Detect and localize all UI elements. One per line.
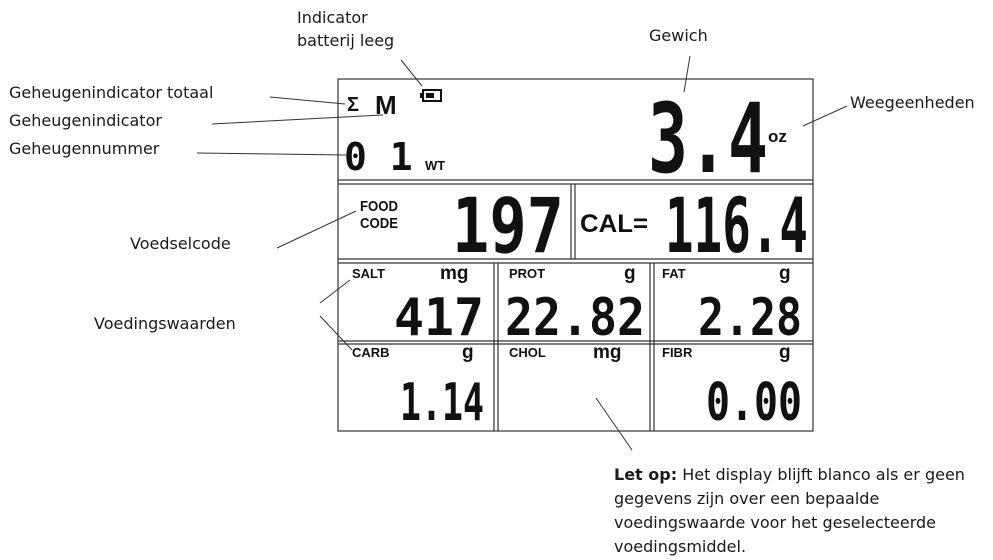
callout-food-code: Voedselcode — [130, 234, 231, 253]
sigma-symbol: Σ — [347, 94, 359, 116]
carb-value: 1.14 — [400, 373, 484, 433]
callout-weight-units: Weegeenheden — [850, 93, 975, 112]
food-code-value: 197 — [452, 181, 564, 270]
salt-label: SALT — [352, 266, 385, 281]
leader-nutrition-1 — [319, 279, 351, 304]
prot-label: PROT — [509, 266, 545, 281]
note-bold: Let op: — [614, 465, 678, 484]
cal-label: CAL= — [580, 210, 648, 238]
lcd-diagram: Σ M 0 1 WT 3.4 oz FOOD CODE 197 CAL= 116… — [0, 0, 993, 560]
salt-unit: mg — [440, 263, 469, 284]
callout-memory-indicator: Geheugenindicator — [9, 111, 162, 130]
note-text: Let op: Het display blijft blanco als er… — [614, 463, 989, 559]
wt-label: WT — [425, 158, 445, 173]
prot-value: 22.82 — [505, 288, 645, 348]
chol-label: CHOL — [509, 345, 546, 360]
leader-memory-total — [269, 96, 346, 105]
fat-unit: g — [779, 263, 791, 284]
leader-battery — [400, 59, 423, 87]
leader-food-code — [276, 210, 357, 249]
food-label-line1: FOOD — [360, 198, 398, 215]
food-label-line2: CODE — [360, 215, 398, 232]
chol-unit: mg — [593, 342, 622, 363]
fibr-value: 0.00 — [706, 373, 802, 433]
callout-memory-total: Geheugenindicator totaal — [9, 83, 214, 102]
leader-memory-indicator — [211, 114, 384, 125]
leader-units — [802, 105, 848, 127]
leader-memory-number — [196, 152, 347, 156]
callout-memory-number: Geheugennummer — [9, 139, 160, 158]
fat-value: 2.28 — [698, 288, 802, 348]
leader-note — [595, 397, 633, 451]
weight-unit: oz — [768, 127, 787, 146]
leader-nutrition-2 — [319, 315, 353, 351]
memory-number: 0 1 — [344, 135, 413, 179]
fibr-label: FIBR — [662, 345, 693, 360]
weight-value: 3.4 — [648, 83, 768, 195]
salt-value: 417 — [394, 288, 484, 348]
callout-weight: Gewich — [649, 26, 708, 45]
memory-symbol: M — [375, 90, 397, 120]
callout-nutrition-values: Voedingswaarden — [94, 314, 236, 333]
callout-battery-line2: batterij leeg — [297, 31, 395, 50]
callout-battery-line1: Indicator — [297, 8, 368, 27]
carb-label: CARB — [352, 345, 390, 360]
prot-unit: g — [624, 263, 636, 284]
carb-unit: g — [462, 342, 474, 363]
fibr-unit: g — [779, 342, 791, 363]
cal-value: 116.4 — [665, 181, 808, 270]
fat-label: FAT — [662, 266, 686, 281]
battery-icon — [420, 89, 442, 102]
